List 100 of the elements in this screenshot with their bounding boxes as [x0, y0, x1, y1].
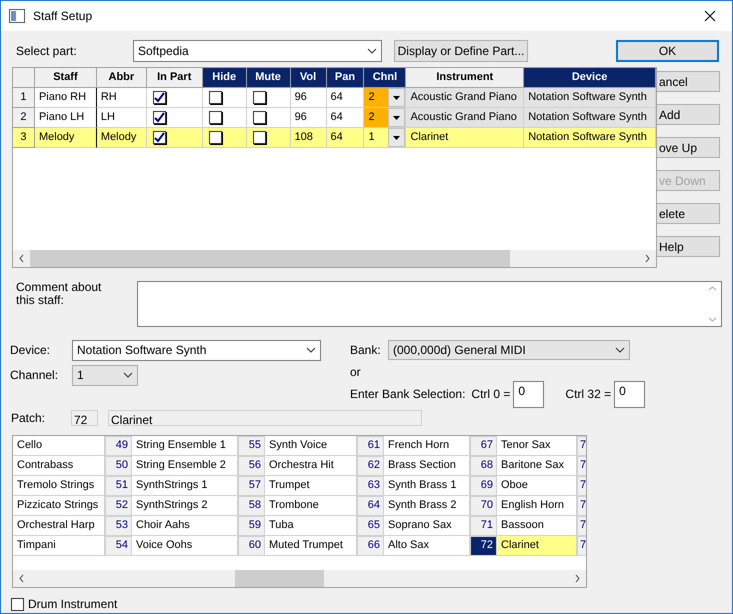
instrument-cell[interactable]: Tremolo Strings: [13, 476, 105, 496]
define-part-button[interactable]: Display or Define Part...: [394, 40, 528, 62]
row-number[interactable]: 3: [13, 128, 35, 148]
patch-number-cell[interactable]: 68: [470, 456, 497, 476]
row-number[interactable]: 1: [13, 88, 35, 108]
patch-number-cell[interactable]: 54: [105, 536, 132, 556]
patch-number-cell[interactable]: 69: [470, 476, 497, 496]
scrollbar-thumb[interactable]: [30, 250, 510, 268]
dialog-button[interactable]: Help: [657, 236, 720, 258]
patch-number-cell[interactable]: 7: [577, 436, 586, 456]
patch-number-cell[interactable]: 70: [470, 496, 497, 516]
channel-dropdown[interactable]: 1: [72, 364, 138, 386]
instrument-cell[interactable]: Pizzicato Strings: [13, 496, 105, 516]
patch-number-cell[interactable]: 55: [238, 436, 265, 456]
instrument-cell[interactable]: Bassoon: [497, 516, 577, 536]
patch-number-cell[interactable]: 59: [238, 516, 265, 536]
patch-number-cell[interactable]: 7: [577, 536, 586, 556]
checkbox[interactable]: [252, 131, 266, 144]
instrument-cell[interactable]: Clarinet: [497, 536, 577, 556]
instrument-cell[interactable]: Tuba: [265, 516, 357, 536]
drum-checkbox[interactable]: [11, 598, 24, 610]
dropdown-arrow-button[interactable]: [388, 108, 406, 128]
column-header: In Part: [146, 68, 203, 88]
instrument-cell[interactable]: French Horn: [384, 436, 470, 456]
dialog-button[interactable]: ancel: [657, 71, 720, 92]
patch-number-cell[interactable]: 7: [577, 456, 586, 476]
checkbox[interactable]: [152, 131, 166, 144]
checkbox[interactable]: [252, 91, 266, 104]
device-dropdown[interactable]: Notation Software Synth: [72, 340, 321, 361]
instrument-cell[interactable]: Orchestral Harp: [13, 516, 105, 536]
instrument-cell[interactable]: Trombone: [265, 496, 357, 516]
bank-dropdown[interactable]: (000,000d) General MIDI: [388, 340, 630, 360]
instrument-cell[interactable]: Trumpet: [265, 476, 357, 496]
instrument-cell[interactable]: Synth Voice: [265, 436, 357, 456]
row-number[interactable]: 2: [13, 108, 35, 128]
instrument-cell[interactable]: Cello: [13, 436, 105, 456]
patch-number-cell[interactable]: 71: [470, 516, 497, 536]
patch-number-cell[interactable]: 64: [357, 496, 384, 516]
patch-number-cell[interactable]: 7: [577, 476, 586, 496]
patch-number-cell[interactable]: 56: [238, 456, 265, 476]
patch-number-cell[interactable]: 7: [577, 516, 586, 536]
patch-number-cell[interactable]: 60: [238, 536, 265, 556]
patch-number-cell[interactable]: 62: [357, 456, 384, 476]
patch-number-cell[interactable]: 65: [357, 516, 384, 536]
patch-number-cell[interactable]: 53: [105, 516, 132, 536]
patch-number-cell[interactable]: 52: [105, 496, 132, 516]
dialog-button[interactable]: ove Up: [657, 137, 720, 158]
dropdown-arrow-button[interactable]: [388, 128, 406, 148]
dialog-button[interactable]: elete: [657, 203, 720, 224]
instrument-cell[interactable]: Muted Trumpet: [265, 536, 357, 556]
patch-number-cell[interactable]: 72: [470, 536, 497, 556]
dropdown-arrow-button[interactable]: [388, 88, 406, 108]
instrument-cell[interactable]: Synth Brass 1: [384, 476, 470, 496]
close-icon[interactable]: [704, 10, 716, 22]
checkbox[interactable]: [208, 91, 222, 104]
patch-number-cell[interactable]: 66: [357, 536, 384, 556]
app-icon: [9, 9, 25, 23]
instrument-cell[interactable]: Brass Section: [384, 456, 470, 476]
checkbox[interactable]: [208, 131, 222, 144]
patch-number-cell[interactable]: 50: [105, 456, 132, 476]
horizontal-scrollbar[interactable]: [13, 570, 586, 587]
instrument-cell[interactable]: SynthStrings 1: [132, 476, 238, 496]
instrument-cell[interactable]: Timpani: [13, 536, 105, 556]
instrument-cell[interactable]: String Ensemble 1: [132, 436, 238, 456]
checkbox[interactable]: [208, 111, 222, 124]
instrument-cell[interactable]: SynthStrings 2: [132, 496, 238, 516]
ok-button[interactable]: OK: [616, 40, 719, 62]
instrument-cell[interactable]: Orchestra Hit: [265, 456, 357, 476]
patch-number-cell[interactable]: 67: [470, 436, 497, 456]
select-part-dropdown[interactable]: Softpedia: [133, 40, 382, 62]
ctrl32-field[interactable]: 0: [614, 380, 646, 408]
checkbox[interactable]: [252, 111, 266, 124]
patch-number-cell[interactable]: 61: [357, 436, 384, 456]
scrollbar-thumb[interactable]: [235, 570, 324, 587]
instrument-cell[interactable]: Contrabass: [13, 456, 105, 476]
scroll-right-icon[interactable]: [645, 254, 650, 264]
instrument-cell[interactable]: Alto Sax: [384, 536, 470, 556]
instrument-cell[interactable]: Voice Oohs: [132, 536, 238, 556]
instrument-cell[interactable]: Baritone Sax: [497, 456, 577, 476]
ctrl0-field[interactable]: 0: [513, 380, 544, 408]
patch-number-cell[interactable]: 63: [357, 476, 384, 496]
patch-number-cell[interactable]: 51: [105, 476, 132, 496]
patch-number-cell[interactable]: 58: [238, 496, 265, 516]
checkbox[interactable]: [152, 111, 166, 124]
instrument-cell[interactable]: Oboe: [497, 476, 577, 496]
instrument-cell[interactable]: Synth Brass 2: [384, 496, 470, 516]
dialog-button[interactable]: Add: [657, 104, 720, 126]
patch-number-cell[interactable]: 7: [577, 496, 586, 516]
instrument-cell[interactable]: Soprano Sax: [384, 516, 470, 536]
horizontal-scrollbar[interactable]: [13, 250, 656, 268]
instrument-cell[interactable]: Tenor Sax: [497, 436, 577, 456]
patch-number-cell[interactable]: 49: [105, 436, 132, 456]
scroll-right-icon[interactable]: [575, 574, 580, 583]
scroll-left-icon[interactable]: [19, 254, 24, 264]
patch-number-cell[interactable]: 57: [238, 476, 265, 496]
instrument-cell[interactable]: String Ensemble 2: [132, 456, 238, 476]
instrument-cell[interactable]: Choir Aahs: [132, 516, 238, 536]
checkbox[interactable]: [152, 91, 166, 104]
instrument-cell[interactable]: English Horn: [497, 496, 577, 516]
scroll-left-icon[interactable]: [19, 574, 24, 583]
